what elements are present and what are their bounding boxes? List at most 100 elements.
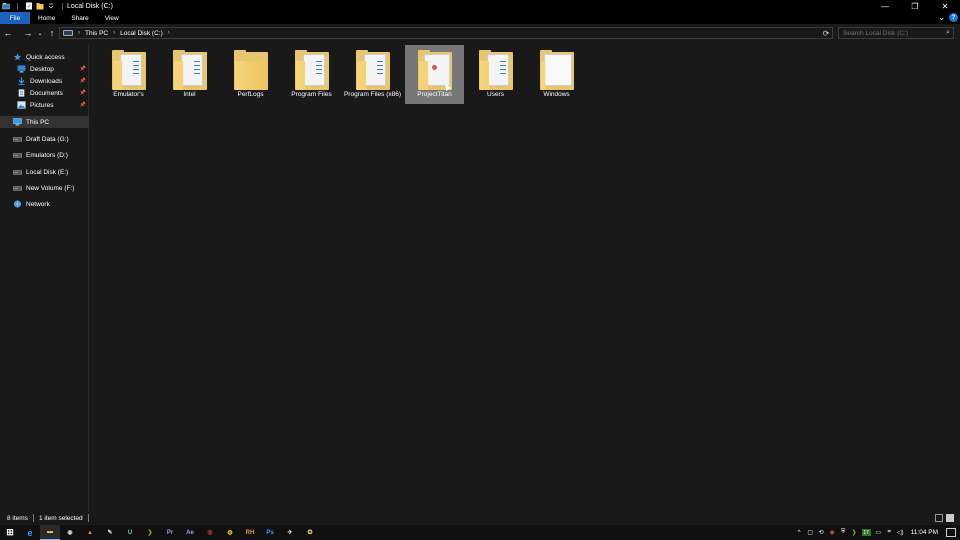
sidebar-item-this-pc[interactable]: This PC bbox=[0, 116, 89, 128]
desktop-icon bbox=[17, 65, 26, 73]
maximize-button[interactable]: ❐ bbox=[900, 0, 930, 12]
large-icons-view-icon[interactable] bbox=[946, 514, 954, 522]
chevron-right-icon[interactable]: › bbox=[168, 30, 170, 36]
volume-icon[interactable]: ◁) bbox=[897, 529, 904, 536]
tray-network-icon[interactable]: ⌗ bbox=[886, 529, 893, 536]
expand-ribbon-icon[interactable]: ⌄ bbox=[938, 13, 945, 22]
ribbon-tabs: File Home Share View ⌄ ? bbox=[0, 12, 960, 24]
sidebar-item-local-disk-e[interactable]: Local Disk (E:) bbox=[0, 166, 89, 178]
drive-icon bbox=[13, 135, 22, 143]
pin-icon[interactable]: 📌 bbox=[80, 90, 86, 96]
vlc-icon[interactable]: ▲ bbox=[80, 525, 100, 540]
sidebar-item-draft-data[interactable]: Draft Data (G:) bbox=[0, 133, 89, 145]
explorer-app-icon[interactable] bbox=[2, 2, 10, 10]
plane-icon[interactable]: ✈ bbox=[280, 525, 300, 540]
folder-item-selected[interactable]: ProjectTitan bbox=[405, 45, 464, 104]
show-hidden-icons-icon[interactable]: ^ bbox=[796, 529, 803, 536]
up-button[interactable]: ↑ bbox=[46, 26, 58, 40]
game-icon[interactable]: ✪ bbox=[300, 525, 320, 540]
status-divider bbox=[87, 514, 89, 522]
folder-name: ProjectTitan bbox=[417, 91, 452, 98]
tab-file[interactable]: File bbox=[0, 12, 30, 24]
refresh-button[interactable]: ⟳ bbox=[820, 28, 832, 38]
rh-icon[interactable]: RH bbox=[240, 525, 260, 540]
customize-toolbar-icon[interactable] bbox=[47, 2, 55, 10]
tray-badge[interactable]: 17 bbox=[861, 529, 871, 536]
photoshop-icon[interactable]: Ps bbox=[260, 525, 280, 540]
start-button[interactable]: ⊞ bbox=[0, 525, 20, 540]
forward-button[interactable]: → bbox=[22, 26, 34, 40]
sidebar-item-label: Draft Data (G:) bbox=[26, 135, 69, 143]
new-folder-icon[interactable] bbox=[36, 2, 44, 10]
clock[interactable]: 11:04 PM bbox=[911, 529, 938, 536]
details-view-icon[interactable] bbox=[935, 514, 943, 522]
pin-icon[interactable]: 📌 bbox=[80, 66, 86, 72]
address-bar[interactable]: › This PC › Local Disk (C:) › ⌄ bbox=[59, 27, 833, 39]
folder-item[interactable]: Intel bbox=[160, 45, 219, 104]
minimize-button[interactable]: — bbox=[870, 0, 900, 12]
recent-locations-button[interactable]: ⌄ bbox=[36, 26, 44, 40]
premiere-icon[interactable]: Pr bbox=[160, 525, 180, 540]
folder-item[interactable]: PerfLogs bbox=[221, 45, 280, 104]
properties-icon[interactable] bbox=[25, 2, 33, 10]
sidebar-item-network[interactable]: Network bbox=[0, 198, 89, 210]
sidebar-item-documents[interactable]: Documents 📌 bbox=[0, 87, 89, 99]
search-icon[interactable]: ⌕ bbox=[946, 29, 950, 37]
sidebar-item-label: Downloads bbox=[30, 77, 63, 85]
chevron-right-icon[interactable]: › bbox=[78, 30, 80, 36]
file-explorer-icon[interactable]: ▬ bbox=[40, 525, 60, 540]
tray-shield-icon[interactable]: ⛨ bbox=[840, 529, 847, 536]
tab-share[interactable]: Share bbox=[63, 12, 96, 24]
after-effects-icon[interactable]: Ae bbox=[180, 525, 200, 540]
ubisoft-icon[interactable]: U bbox=[120, 525, 140, 540]
documents-icon bbox=[17, 89, 26, 97]
search-input[interactable] bbox=[839, 29, 939, 37]
steam-icon[interactable]: ◉ bbox=[60, 525, 80, 540]
app-icon[interactable]: ◎ bbox=[200, 525, 220, 540]
sidebar-item-downloads[interactable]: Downloads 📌 bbox=[0, 75, 89, 87]
search-box[interactable]: ⌕ bbox=[838, 27, 954, 39]
nvidia-icon[interactable]: ❯ bbox=[140, 525, 160, 540]
folder-item[interactable]: Users bbox=[466, 45, 525, 104]
close-button[interactable]: ✕ bbox=[930, 0, 960, 12]
folder-item[interactable]: Program Files bbox=[282, 45, 341, 104]
folder-name: PerfLogs bbox=[237, 91, 264, 98]
tab-view[interactable]: View bbox=[97, 12, 127, 24]
tray-nvidia-icon[interactable]: ❯ bbox=[851, 529, 858, 536]
pin-icon[interactable]: 📌 bbox=[80, 78, 86, 84]
network-icon bbox=[13, 200, 22, 208]
tray-app-icon[interactable]: ◉ bbox=[829, 529, 836, 536]
tab-home[interactable]: Home bbox=[30, 12, 63, 24]
ribbon-right-controls: ⌄ ? bbox=[938, 13, 958, 22]
folder-icon bbox=[293, 49, 331, 91]
download-icon bbox=[17, 77, 26, 85]
sidebar-item-desktop[interactable]: Desktop 📌 bbox=[0, 63, 89, 75]
drive-icon bbox=[13, 151, 22, 159]
computer-icon bbox=[13, 118, 22, 126]
breadcrumb-this-pc[interactable]: This PC bbox=[85, 30, 108, 37]
folder-item[interactable]: Program Files (x86) bbox=[343, 45, 402, 104]
tray-sync-icon[interactable]: ⟲ bbox=[818, 529, 825, 536]
sidebar-item-new-volume[interactable]: New Volume (F:) bbox=[0, 182, 89, 194]
window-controls: — ❐ ✕ bbox=[870, 0, 960, 12]
notifications-icon[interactable] bbox=[946, 528, 956, 537]
help-icon[interactable]: ? bbox=[949, 13, 958, 22]
tray-display-icon[interactable]: ▭ bbox=[875, 529, 882, 536]
tool-icon[interactable]: ✎ bbox=[100, 525, 120, 540]
sidebar-item-pictures[interactable]: Pictures 📌 bbox=[0, 99, 89, 111]
chrome-icon[interactable]: ◍ bbox=[220, 525, 240, 540]
breadcrumb-local-disk[interactable]: Local Disk (C:) bbox=[120, 30, 163, 37]
title-divider bbox=[17, 2, 18, 10]
pin-icon[interactable]: 📌 bbox=[80, 102, 86, 108]
tray-window-icon[interactable]: ▢ bbox=[807, 529, 814, 536]
folder-item[interactable]: Windows bbox=[527, 45, 586, 104]
back-button[interactable]: ← bbox=[2, 26, 14, 40]
chevron-right-icon[interactable]: › bbox=[113, 30, 115, 36]
folder-icon bbox=[416, 49, 454, 92]
sidebar-item-emulators[interactable]: Emulators (D:) bbox=[0, 149, 89, 161]
sidebar-item-quick-access[interactable]: Quick access bbox=[0, 51, 89, 63]
title-bar: Local Disk (C:) — ❐ ✕ bbox=[0, 0, 960, 12]
edge-icon[interactable]: e bbox=[20, 525, 40, 540]
folder-item[interactable]: Emulator's bbox=[99, 45, 158, 104]
drive-icon bbox=[13, 168, 22, 176]
